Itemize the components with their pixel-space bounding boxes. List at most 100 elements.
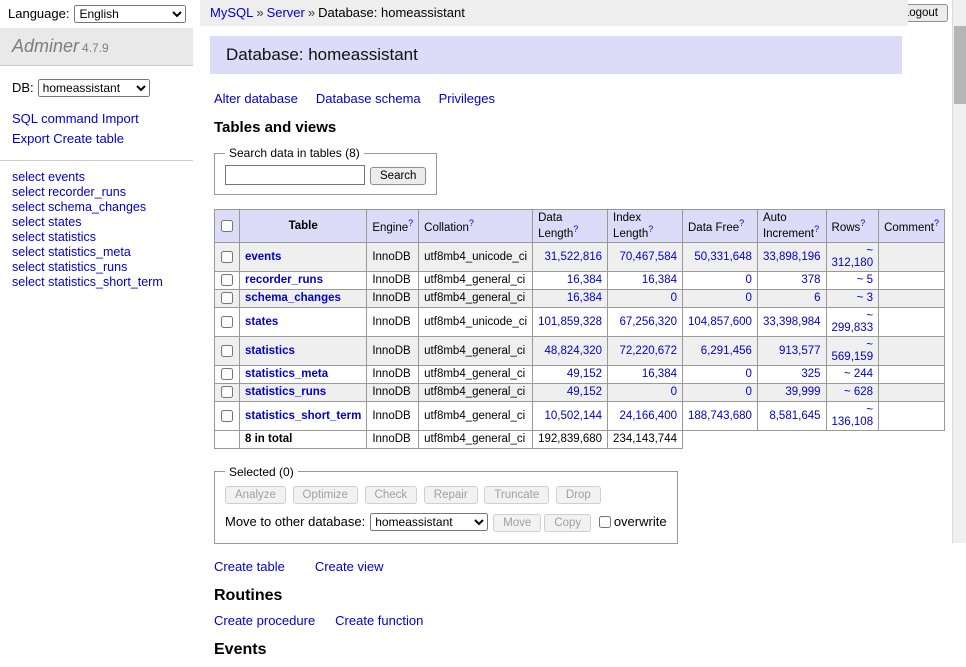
privileges-link[interactable]: Privileges <box>439 91 495 106</box>
data-free-link[interactable]: 0 <box>746 368 752 380</box>
auto-increment-link[interactable]: 39,999 <box>785 386 820 398</box>
help-link-icon[interactable]: ? <box>934 218 939 228</box>
sidebar-table-link[interactable]: select recorder_runs <box>12 185 126 199</box>
index-length-link[interactable]: 16,384 <box>642 368 677 380</box>
rows-link[interactable]: ~ 569,159 <box>832 339 874 363</box>
auto-increment-link[interactable]: 325 <box>801 368 820 380</box>
row-checkbox[interactable] <box>221 386 233 398</box>
row-checkbox[interactable] <box>221 345 233 357</box>
help-link-icon[interactable]: ? <box>469 218 474 228</box>
create-function-link[interactable]: Create function <box>335 613 423 628</box>
data-length-link[interactable]: 31,522,816 <box>544 251 602 263</box>
rows-link[interactable]: ~ 299,833 <box>832 310 874 334</box>
auto-increment-link[interactable]: 913,577 <box>779 345 821 357</box>
table-name-link[interactable]: statistics_short_term <box>245 410 361 422</box>
drop-button[interactable]: Drop <box>556 486 601 504</box>
help-link-icon[interactable]: ? <box>648 224 653 234</box>
create-table-link[interactable]: Create table <box>214 559 285 574</box>
copy-button[interactable]: Copy <box>544 514 591 532</box>
overwrite-label[interactable]: overwrite <box>614 514 667 529</box>
sidebar-table-link[interactable]: select schema_changes <box>12 200 146 214</box>
select-all-checkbox[interactable] <box>221 220 233 232</box>
data-length-link[interactable]: 49,152 <box>567 386 602 398</box>
data-free-link[interactable]: 104,857,600 <box>688 316 752 328</box>
overwrite-checkbox[interactable] <box>599 516 611 528</box>
scrollbar-thumb[interactable] <box>954 26 966 104</box>
row-checkbox[interactable] <box>221 274 233 286</box>
breadcrumb-mysql-link[interactable]: MySQL <box>210 5 253 20</box>
row-checkbox[interactable] <box>221 368 233 380</box>
data-length-link[interactable]: 16,384 <box>567 274 602 286</box>
search-button[interactable]: Search <box>370 167 426 185</box>
analyze-button[interactable]: Analyze <box>225 486 286 504</box>
sidebar-table-link[interactable]: select events <box>12 170 85 184</box>
index-length-link[interactable]: 0 <box>671 292 677 304</box>
sidebar-link-sql-command[interactable]: SQL command <box>12 111 98 126</box>
table-name-link[interactable]: events <box>245 251 281 263</box>
alter-database-link[interactable]: Alter database <box>214 91 298 106</box>
row-checkbox[interactable] <box>221 251 233 263</box>
language-select[interactable]: English <box>74 5 186 23</box>
index-length-link[interactable]: 72,220,672 <box>619 345 677 357</box>
help-link-icon[interactable]: ? <box>860 218 865 228</box>
index-length-link[interactable]: 24,166,400 <box>619 410 677 422</box>
auto-increment-link[interactable]: 378 <box>801 274 820 286</box>
repair-button[interactable]: Repair <box>424 486 478 504</box>
data-length-link[interactable]: 101,859,328 <box>538 316 602 328</box>
create-procedure-link[interactable]: Create procedure <box>214 613 315 628</box>
rows-link[interactable]: ~ 5 <box>857 274 873 286</box>
search-input[interactable] <box>225 165 365 185</box>
index-length-link[interactable]: 67,256,320 <box>619 316 677 328</box>
row-checkbox[interactable] <box>221 292 233 304</box>
move-button[interactable]: Move <box>493 514 541 532</box>
rows-link[interactable]: ~ 3 <box>857 292 873 304</box>
sidebar-table-link[interactable]: select statistics_runs <box>12 260 127 274</box>
row-checkbox[interactable] <box>221 316 233 328</box>
sidebar-link-create-table[interactable]: Create table <box>53 131 124 146</box>
optimize-button[interactable]: Optimize <box>293 486 358 504</box>
rows-link[interactable]: ~ 628 <box>844 386 873 398</box>
table-name-link[interactable]: statistics <box>245 345 295 357</box>
index-length-link[interactable]: 16,384 <box>642 274 677 286</box>
sidebar-table-link[interactable]: select statistics_meta <box>12 245 131 259</box>
data-free-link[interactable]: 50,331,648 <box>694 251 752 263</box>
data-free-link[interactable]: 6,291,456 <box>701 345 752 357</box>
table-name-link[interactable]: statistics_runs <box>245 386 326 398</box>
move-db-select[interactable]: homeassistant <box>370 513 488 531</box>
scrollbar[interactable] <box>952 0 966 543</box>
sidebar-table-link[interactable]: select statistics_short_term <box>12 275 163 289</box>
data-free-link[interactable]: 188,743,680 <box>688 410 752 422</box>
table-name-link[interactable]: recorder_runs <box>245 274 323 286</box>
sidebar-link-export[interactable]: Export <box>12 131 50 146</box>
check-button[interactable]: Check <box>365 486 418 504</box>
table-name-link[interactable]: statistics_meta <box>245 368 328 380</box>
auto-increment-link[interactable]: 6 <box>814 292 820 304</box>
data-length-link[interactable]: 16,384 <box>567 292 602 304</box>
data-free-link[interactable]: 0 <box>746 292 752 304</box>
auto-increment-link[interactable]: 33,398,984 <box>763 316 821 328</box>
rows-link[interactable]: ~ 312,180 <box>832 245 874 269</box>
sidebar-table-link[interactable]: select states <box>12 215 81 229</box>
help-link-icon[interactable]: ? <box>739 218 744 228</box>
rows-link[interactable]: ~ 244 <box>844 368 873 380</box>
index-length-link[interactable]: 70,467,584 <box>619 251 677 263</box>
database-schema-link[interactable]: Database schema <box>316 91 421 106</box>
help-link-icon[interactable]: ? <box>408 218 413 228</box>
breadcrumb-server-link[interactable]: Server <box>267 5 305 20</box>
data-free-link[interactable]: 0 <box>746 386 752 398</box>
auto-increment-link[interactable]: 8,581,645 <box>769 410 820 422</box>
data-length-link[interactable]: 48,824,320 <box>544 345 602 357</box>
table-name-link[interactable]: states <box>245 316 278 328</box>
sidebar-table-link[interactable]: select statistics <box>12 230 96 244</box>
index-length-link[interactable]: 0 <box>671 386 677 398</box>
data-length-link[interactable]: 49,152 <box>567 368 602 380</box>
help-link-icon[interactable]: ? <box>814 224 819 234</box>
truncate-button[interactable]: Truncate <box>484 486 549 504</box>
table-name-link[interactable]: schema_changes <box>245 292 341 304</box>
data-length-link[interactable]: 10,502,144 <box>544 410 602 422</box>
rows-link[interactable]: ~ 136,108 <box>832 404 874 428</box>
create-view-link[interactable]: Create view <box>315 559 384 574</box>
data-free-link[interactable]: 0 <box>746 274 752 286</box>
help-link-icon[interactable]: ? <box>573 224 578 234</box>
auto-increment-link[interactable]: 33,898,196 <box>763 251 821 263</box>
